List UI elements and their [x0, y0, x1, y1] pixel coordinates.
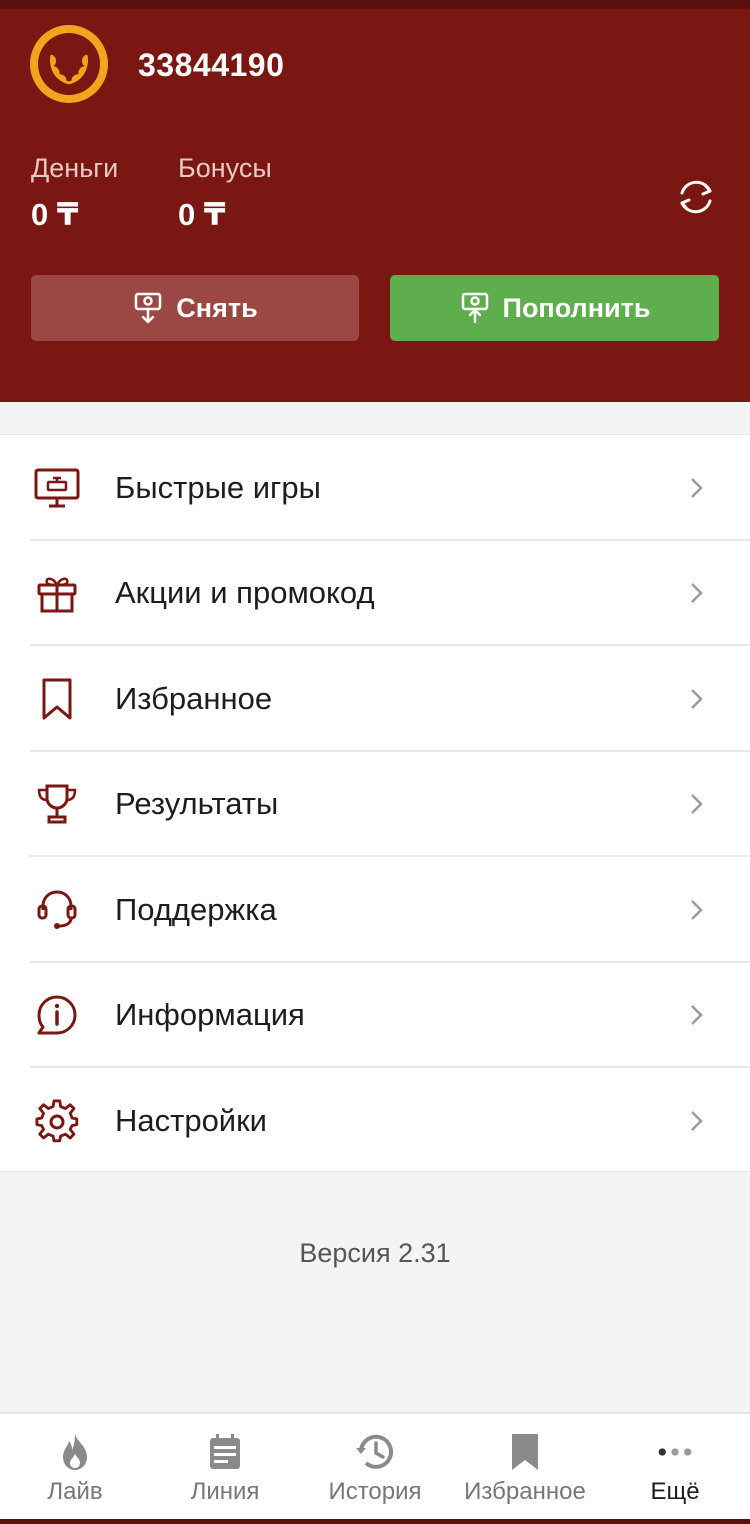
- withdraw-button[interactable]: Снять: [31, 275, 359, 341]
- chevron-right-icon: [691, 477, 703, 498]
- withdraw-icon: [135, 292, 162, 324]
- tab-line[interactable]: Линия: [150, 1414, 300, 1524]
- tab-label: Избранное: [464, 1478, 586, 1505]
- deposit-button[interactable]: Пополнить: [390, 275, 719, 341]
- more-dots-icon: [655, 1432, 695, 1472]
- menu-item-support[interactable]: Поддержка: [0, 857, 750, 963]
- tab-label: Линия: [190, 1478, 260, 1505]
- refresh-icon[interactable]: [674, 175, 718, 219]
- tab-label: История: [328, 1478, 422, 1505]
- laurel-wreath-icon: [50, 54, 88, 85]
- chevron-right-icon: [691, 899, 703, 920]
- menu-item-results[interactable]: Результаты: [0, 752, 750, 857]
- bonus-label: Бонусы: [178, 153, 272, 183]
- chevron-right-icon: [691, 688, 703, 709]
- menu-item-settings[interactable]: Настройки: [0, 1068, 750, 1174]
- bookmark-icon: [33, 675, 81, 723]
- menu-item-label: Настройки: [115, 1102, 268, 1138]
- menu-item-favorites[interactable]: Избранное: [0, 646, 750, 752]
- deposit-label: Пополнить: [502, 292, 651, 323]
- chevron-right-icon: [691, 1110, 703, 1131]
- tab-live[interactable]: Лайв: [0, 1414, 150, 1524]
- account-id: 33844190: [138, 47, 285, 83]
- menu-item-label: Акции и промокод: [115, 575, 375, 611]
- app-version: Версия 2.31: [299, 1238, 451, 1268]
- menu-item-label: Информация: [115, 997, 305, 1033]
- tab-label: Ещё: [650, 1478, 700, 1505]
- money-label: Деньги: [31, 153, 119, 183]
- chevron-right-icon: [691, 794, 703, 815]
- withdraw-label: Снять: [176, 292, 258, 323]
- tab-label: Лайв: [47, 1478, 103, 1505]
- calendar-icon: [205, 1432, 245, 1472]
- menu-item-label: Поддержка: [115, 891, 277, 927]
- menu-item-label: Быстрые игры: [115, 469, 321, 505]
- tab-favorites[interactable]: Избранное: [450, 1414, 600, 1524]
- menu-item-promotions[interactable]: Акции и промокод: [0, 541, 750, 646]
- menu-item-fast-games[interactable]: Быстрые игры: [0, 435, 750, 541]
- money-value: 0 ₸: [31, 197, 79, 232]
- account-header: 33844190 Деньги 0 ₸ Бонусы 0 ₸ Снять Поп…: [0, 0, 750, 402]
- menu-list: Быстрые игры Акции и промокод Избранное: [0, 434, 750, 1172]
- bookmark-icon: [505, 1432, 545, 1472]
- chevron-right-icon: [691, 1005, 703, 1026]
- menu-item-label: Результаты: [115, 786, 279, 822]
- tab-more[interactable]: Ещё: [600, 1414, 750, 1524]
- headset-icon: [33, 886, 81, 934]
- history-icon: [355, 1432, 395, 1472]
- trophy-icon: [33, 780, 81, 828]
- deposit-icon: [461, 292, 488, 324]
- bottom-tab-bar: Лайв Линия История Избранное Ещё: [0, 1412, 750, 1524]
- flame-icon: [55, 1432, 95, 1472]
- gear-icon: [33, 1097, 81, 1145]
- bonus-value: 0 ₸: [178, 197, 226, 232]
- tab-history[interactable]: История: [300, 1414, 450, 1524]
- info-icon: [33, 991, 81, 1039]
- gift-icon: [33, 569, 81, 617]
- bottom-edge: [0, 1519, 750, 1524]
- avatar[interactable]: [30, 25, 108, 103]
- chevron-right-icon: [691, 583, 703, 604]
- menu-item-information[interactable]: Информация: [0, 963, 750, 1068]
- monitor-game-icon: [33, 464, 81, 512]
- menu-item-label: Избранное: [115, 680, 273, 716]
